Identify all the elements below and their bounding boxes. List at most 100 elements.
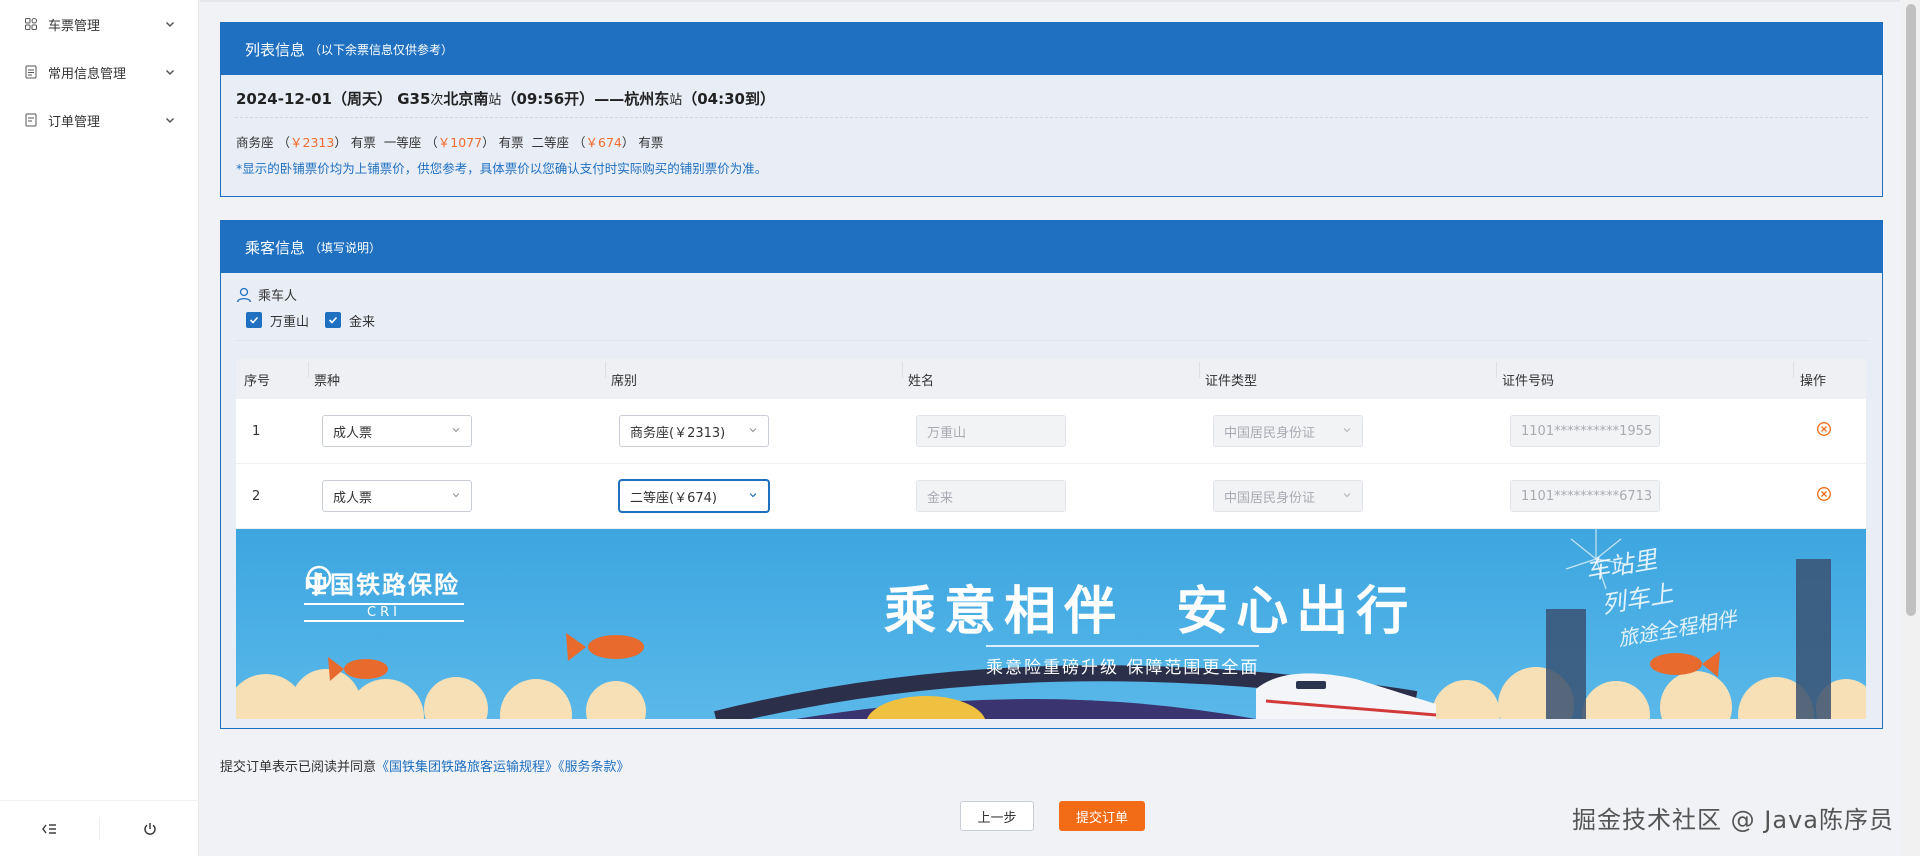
checkbox-checked-icon: [246, 312, 262, 328]
seat-price: ￥674: [585, 135, 622, 150]
chevron-down-icon: [1342, 489, 1352, 504]
panel-title: 乘客信息: [245, 238, 306, 257]
checkbox-label: 万重山: [270, 314, 310, 330]
id-number-field: 1101**********1955: [1510, 415, 1660, 447]
table-header: 序号 票种 席别 姓名 证件类型 证件号码 操作: [236, 359, 1866, 399]
column-header: 席别: [605, 361, 902, 389]
row-index: 2: [252, 488, 261, 504]
depart-time: （09:56开）: [501, 90, 595, 108]
column-header: 序号: [244, 373, 271, 389]
seat-class-select[interactable]: 商务座(￥2313): [619, 415, 769, 447]
arrive-time: （04:30到）: [682, 90, 775, 108]
chevron-down-icon: [748, 424, 758, 439]
previous-step-button[interactable]: 上一步: [960, 801, 1034, 831]
main-content: 列表信息 （以下余票信息仅供参考） 2024-12-01（周天） G35次北京南…: [200, 0, 1900, 856]
action-buttons: 上一步 提交订单: [960, 801, 1145, 831]
column-header: 操作: [1793, 361, 1866, 389]
user-icon: [236, 287, 252, 303]
scrollbar-thumb[interactable]: [1906, 4, 1916, 616]
id-type-select: 中国居民身份证: [1213, 480, 1363, 512]
submit-order-button[interactable]: 提交订单: [1059, 801, 1145, 831]
power-icon[interactable]: [100, 801, 199, 856]
insurance-banner[interactable]: 中国铁路保险 CRI 乘意相伴 安心出行 乘意险重磅升级 保障范围更全面 车站里…: [236, 529, 1866, 719]
seat-availability-text: 有票: [638, 135, 664, 150]
sidebar-item-order-management[interactable]: 订单管理: [0, 96, 198, 144]
train-number: G35: [397, 90, 431, 108]
column-header: 证件类型: [1199, 361, 1496, 389]
passenger-checkbox[interactable]: 万重山: [246, 311, 309, 330]
sidebar-item-ticket-management[interactable]: 车票管理: [0, 0, 198, 48]
from-station: 北京南: [443, 90, 489, 108]
trip-weekday: （周天）: [331, 90, 392, 108]
railway-logo-icon: [306, 565, 332, 595]
seat-name: 一等座: [383, 135, 422, 150]
panel-subtitle: （以下余票信息仅供参考）: [309, 42, 454, 57]
banner-slogan: 乘意相伴 安心出行: [884, 581, 1417, 642]
passenger-table: 序号 票种 席别 姓名 证件类型 证件号码 操作 1 成人票 商务座(￥2313…: [236, 359, 1866, 529]
panel-title: 列表信息: [245, 40, 306, 59]
passenger-checkboxes: 万重山 金来: [221, 304, 1882, 330]
remove-passenger-icon[interactable]: [1816, 421, 1832, 437]
chevron-down-icon: [451, 424, 461, 439]
seat-availability: 商务座 （￥2313） 有票 一等座 （￥1077） 有票 二等座 （￥674）…: [236, 135, 664, 150]
trip-date: 2024-12-01: [236, 90, 332, 108]
column-header: 票种: [308, 361, 605, 389]
chevron-down-icon: [164, 66, 176, 78]
seat-price: ￥1077: [437, 135, 483, 150]
sidebar: 车票管理 常用信息管理 订单管理: [0, 0, 199, 856]
remove-passenger-icon[interactable]: [1816, 486, 1832, 502]
chevron-down-icon: [1342, 424, 1352, 439]
price-note: *显示的卧铺票价均为上铺票价，供您参考，具体票价以您确认支付时实际购买的铺别票价…: [236, 161, 768, 176]
watermark: 掘金技术社区 @ Java陈序员: [1572, 806, 1894, 834]
sidebar-item-label: 常用信息管理: [48, 66, 127, 82]
fill-instructions-link[interactable]: （填写说明）: [309, 239, 381, 256]
passenger-info-panel: 乘客信息 （填写说明） 乘车人 万重山 金来 序号 票种 席别 姓名 证件类型 …: [220, 220, 1883, 729]
sidebar-item-common-info[interactable]: 常用信息管理: [0, 48, 198, 96]
checkbox-label: 金来: [349, 314, 376, 330]
panel-header: 乘客信息 （填写说明）: [221, 221, 1882, 273]
column-header: 姓名: [902, 361, 1199, 389]
seat-price: ￥2313: [290, 135, 335, 150]
transport-rules-link[interactable]: 《国铁集团铁路旅客运输规程》: [376, 760, 558, 775]
station-suffix: 站: [488, 93, 502, 108]
ticket-type-select[interactable]: 成人票: [322, 480, 472, 512]
chevron-down-icon: [451, 489, 461, 504]
ticket-type-select[interactable]: 成人票: [322, 415, 472, 447]
train-suffix: 次: [430, 93, 444, 108]
passenger-checkbox[interactable]: 金来: [325, 311, 375, 330]
id-type-select: 中国居民身份证: [1213, 415, 1363, 447]
collapse-icon[interactable]: [0, 801, 99, 856]
to-station: 杭州东: [624, 90, 670, 108]
grid-icon: [24, 17, 38, 31]
sidebar-item-label: 车票管理: [48, 18, 101, 34]
seat-name: 商务座: [236, 135, 274, 150]
station-suffix: 站: [669, 93, 683, 108]
trip-info-panel: 列表信息 （以下余票信息仅供参考） 2024-12-01（周天） G35次北京南…: [220, 22, 1883, 197]
page-scrollbar[interactable]: [1902, 0, 1920, 856]
checkbox-checked-icon: [325, 312, 342, 328]
trip-summary: 2024-12-01（周天） G35次北京南站（09:56开）——杭州东站（04…: [221, 75, 1882, 117]
chevron-down-icon: [164, 18, 176, 30]
logo-sub: CRI: [304, 603, 464, 622]
chevron-down-icon: [748, 489, 758, 504]
banner-subline: 乘意险重磅升级 保障范围更全面: [986, 645, 1260, 678]
seat-class-select[interactable]: 二等座(￥674): [619, 480, 769, 512]
service-terms-link[interactable]: 《服务条款》: [558, 760, 630, 775]
chevron-down-icon: [164, 114, 176, 126]
sidebar-item-label: 订单管理: [48, 114, 101, 130]
passenger-section-header: 乘车人: [221, 273, 1882, 304]
table-row: 1 成人票 商务座(￥2313) 万重山 中国居民身份证 1101*******…: [236, 399, 1866, 464]
agreement-text: 提交订单表示已阅读并同意《国铁集团铁路旅客运输规程》《服务条款》: [220, 760, 630, 775]
order-icon: [24, 113, 38, 127]
arrow: ——: [594, 90, 625, 108]
row-index: 1: [252, 423, 261, 439]
sidebar-footer: [0, 800, 199, 856]
id-number-field: 1101**********6713: [1510, 480, 1660, 512]
table-row: 2 成人票 二等座(￥674) 金来 中国居民身份证 1101*********…: [236, 464, 1866, 529]
passenger-label: 乘车人: [258, 289, 298, 304]
seat-availability-text: 有票: [498, 135, 524, 150]
name-field: 万重山: [916, 415, 1066, 447]
cri-logo: 中国铁路保险 CRI: [304, 565, 464, 622]
name-field: 金来: [916, 480, 1066, 512]
document-icon: [24, 65, 38, 79]
